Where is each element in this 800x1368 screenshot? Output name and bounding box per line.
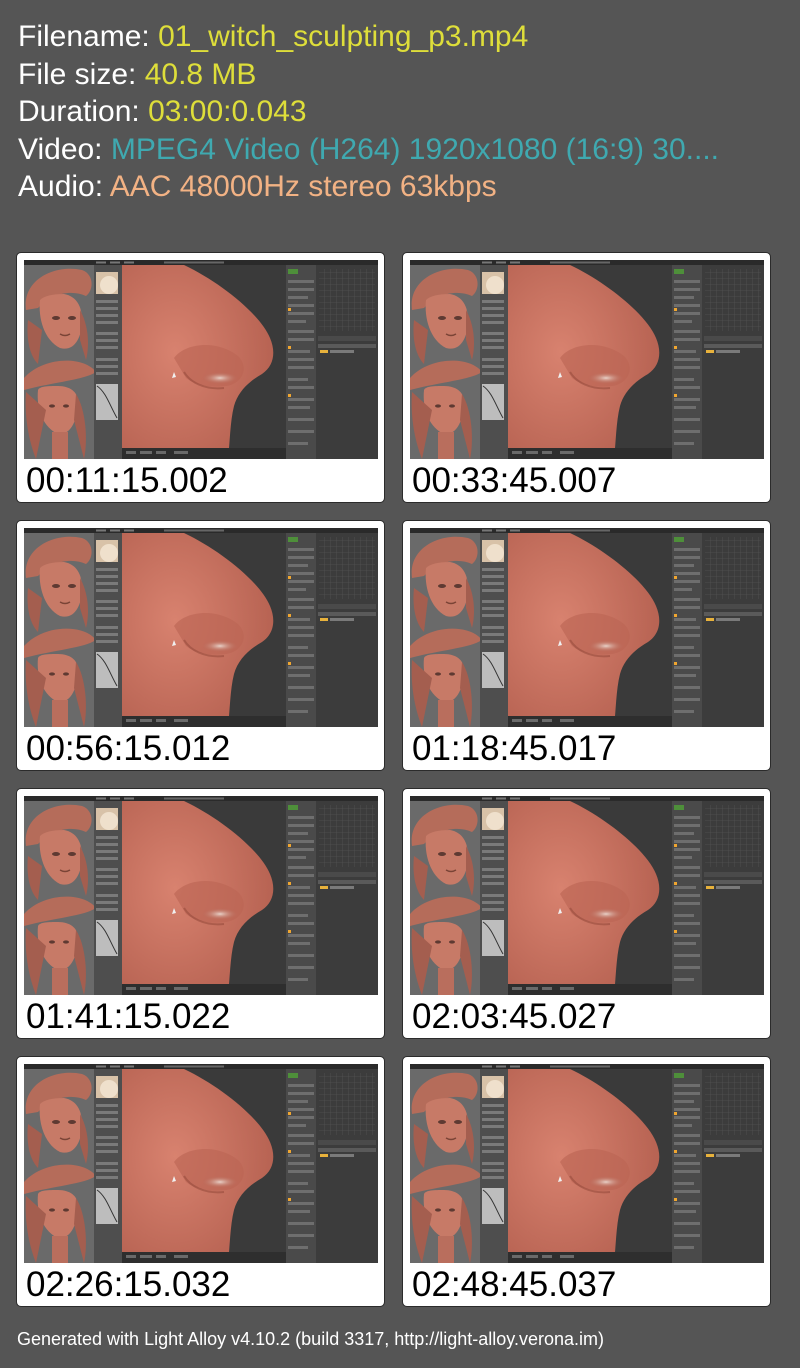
- thumbnail-card: 02:48:45.037: [402, 1056, 771, 1307]
- thumbnail-card: 00:56:15.012: [16, 520, 385, 771]
- video-value: MPEG4 Video (H264) 1920x1080 (16:9) 30..…: [110, 132, 720, 166]
- thumbnail-card: 02:26:15.032: [16, 1056, 385, 1307]
- audio-row: Audio: AAC 48000Hz stereo 63kbps: [18, 168, 788, 206]
- timestamp: 02:03:45.027: [412, 997, 617, 1036]
- duration-row: Duration: 03:00:0.043: [18, 93, 788, 131]
- duration-label: Duration:: [18, 95, 140, 128]
- audio-value: AAC 48000Hz stereo 63kbps: [109, 170, 497, 203]
- thumbnail-card: 01:18:45.017: [402, 520, 771, 771]
- timestamp: 02:26:15.032: [26, 1265, 231, 1304]
- video-row: Video: MPEG4 Video (H264) 1920x1080 (16:…: [18, 131, 788, 169]
- video-label: Video:: [18, 132, 103, 166]
- thumbnail-card: 01:41:15.022: [16, 788, 385, 1039]
- filesize-value: 40.8 MB: [144, 57, 257, 91]
- filesize-label: File size:: [18, 57, 137, 91]
- generator-footer: Generated with Light Alloy v4.10.2 (buil…: [17, 1329, 604, 1349]
- video-frame: [410, 796, 764, 995]
- video-frame: [410, 528, 764, 727]
- video-frame: [24, 528, 378, 727]
- video-frame: [24, 1064, 378, 1263]
- video-frame: [24, 796, 378, 995]
- thumbnail-card: 00:33:45.007: [402, 252, 771, 503]
- filename-label: Filename:: [18, 20, 150, 53]
- audio-label: Audio:: [18, 170, 104, 203]
- thumbnail-card: 00:11:15.002: [16, 252, 385, 503]
- timestamp: 00:56:15.012: [26, 729, 231, 768]
- filesize-row: File size: 40.8 MB: [18, 56, 788, 94]
- duration-value: 03:00:0.043: [148, 95, 307, 128]
- video-frame: [24, 260, 378, 459]
- timestamp: 02:48:45.037: [412, 1265, 617, 1304]
- timestamp: 01:18:45.017: [412, 729, 617, 768]
- timestamp: 01:41:15.022: [26, 997, 231, 1036]
- file-info-header: Filename: 01_witch_sculpting_p3.mp4 File…: [18, 18, 788, 206]
- thumbnail-card: 02:03:45.027: [402, 788, 771, 1039]
- filename-row: Filename: 01_witch_sculpting_p3.mp4: [18, 18, 788, 56]
- filename-value: 01_witch_sculpting_p3.mp4: [158, 20, 529, 53]
- timestamp: 00:11:15.002: [26, 461, 228, 500]
- timestamp: 00:33:45.007: [412, 461, 617, 500]
- video-frame: [410, 1064, 764, 1263]
- video-frame: [410, 260, 764, 459]
